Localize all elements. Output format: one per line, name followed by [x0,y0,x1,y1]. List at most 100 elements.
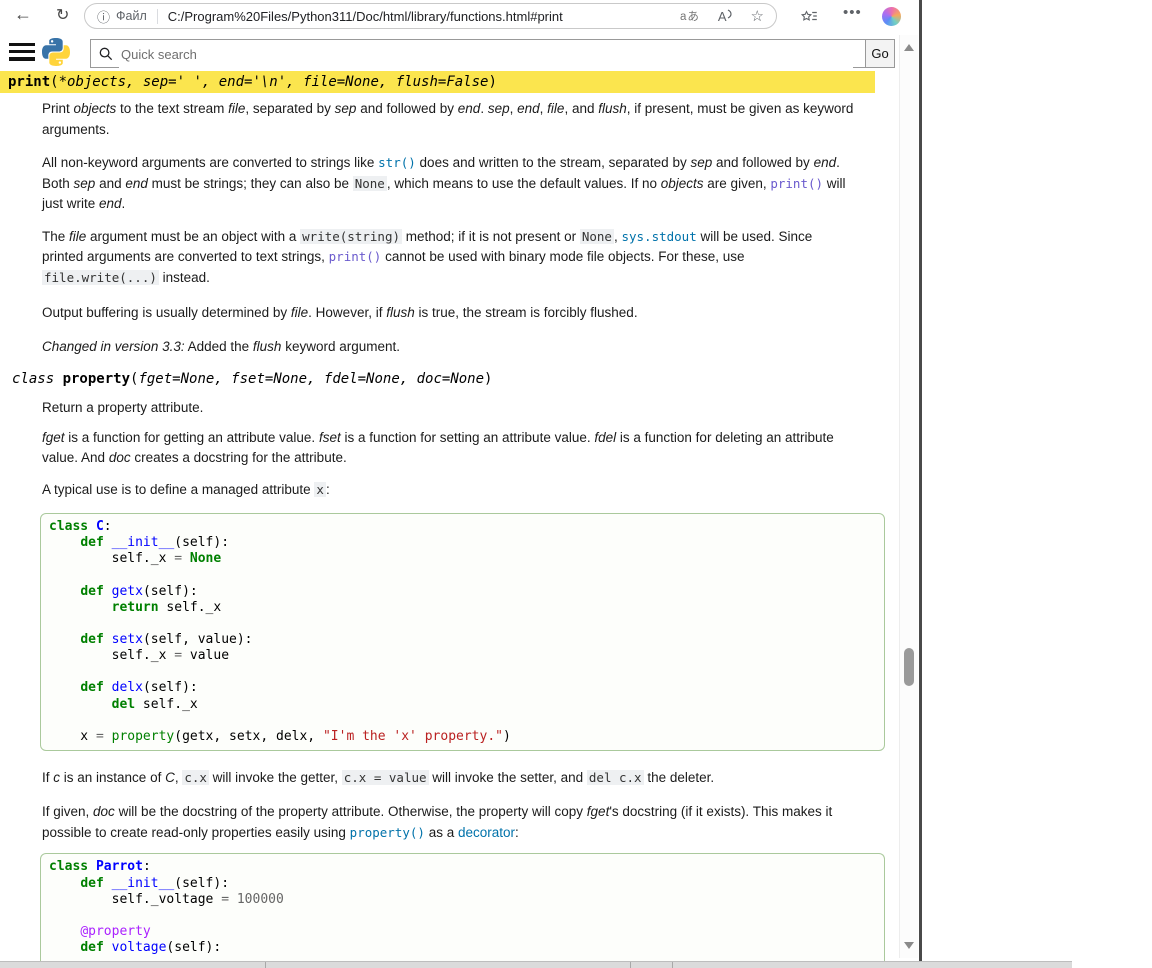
text-run: file [547,101,564,116]
screen: ← ↻ ⓘ Файл C:/Program%20Files/Python311/… [0,0,1152,968]
text-run: fset [319,430,341,445]
code-line [49,664,884,680]
code-line: self._x = None [49,551,884,567]
text-run: possible to create read-only properties … [42,825,350,840]
taskbar-edge [0,961,1072,968]
inline-code: c.x [182,770,209,785]
browser-window: ← ↻ ⓘ Файл C:/Program%20Files/Python311/… [0,0,921,961]
text-run: end [814,155,837,170]
info-icon[interactable]: ⓘ [97,7,110,26]
inline-link[interactable]: print() [329,249,382,264]
text-run: argument must be an object with a [86,229,300,244]
text-run: flush [598,101,627,116]
read-aloud-icon[interactable]: A [718,9,733,24]
text-run: method; if it is not present or [402,229,580,244]
code-line [49,567,884,583]
scroll-up-icon[interactable] [904,44,914,51]
code-line: x = property(getx, setx, delx, "I'm the … [49,729,884,745]
url-text: C:/Program%20Files/Python311/Doc/html/li… [168,9,670,24]
text-run: Print [42,101,74,116]
refresh-icon[interactable]: ↻ [56,7,69,24]
text-run: will invoke the setter, and [429,770,587,785]
text-run: property [63,371,130,387]
docs-page: Go print(*objects, sep=' ', end='\n', fi… [0,33,919,961]
text-run: and followed by [712,155,813,170]
text-run: Changed in version 3.3: [42,339,185,354]
paragraph: Return a property attribute. [42,398,898,419]
text-run: will invoke the getter, [209,770,342,785]
paragraph: Print objects to the text stream file, s… [42,99,898,140]
text-run: and [95,176,125,191]
favorite-star-icon[interactable]: ☆ [751,7,764,25]
back-icon[interactable]: ← [14,6,32,23]
text-run: class [12,371,63,387]
text-run: sep [690,155,712,170]
text-run: sep [74,176,96,191]
code-line: def __init__(self): [49,876,884,892]
text-run: value. And [42,450,109,465]
text-run: is true, the stream is forcibly flushed. [415,305,638,320]
more-options-icon[interactable]: ••• [843,4,862,21]
text-run: . [836,155,840,170]
text-run: Return a property attribute. [42,400,203,415]
text-run: arguments. [42,122,110,137]
text-run: must be strings; they can also be [148,176,353,191]
inline-link[interactable]: property() [350,825,425,840]
browser-toolbar: ← ↻ ⓘ Файл C:/Program%20Files/Python311/… [0,0,919,34]
text-run: is a function for setting an attribute v… [341,430,595,445]
taskbar-divider [630,962,631,968]
inline-link[interactable]: sys.stdout [621,229,696,244]
text-run: end [458,101,481,116]
text-run: fget [42,430,65,445]
paragraph: If given, doc will be the docstring of t… [42,802,898,843]
text-run: to the text stream [116,101,228,116]
code-line: def voltage(self): [49,940,884,956]
taskbar-divider [672,962,673,968]
text-run: flush [253,339,282,354]
text-run: as a [425,825,458,840]
text-run: fget [587,804,610,819]
code-line: def getx(self): [49,584,884,600]
vertical-scrollbar[interactable] [899,35,918,958]
code-line: self._x = value [49,648,884,664]
menu-icon[interactable] [9,43,35,61]
file-permission-button[interactable]: Файл [116,9,147,23]
inline-link[interactable]: decorator [458,825,515,840]
paragraph: A typical use is to define a managed att… [42,480,898,501]
text-run: A typical use is to define a managed att… [42,482,314,497]
text-run: creates a docstring for the attribute. [131,450,347,465]
inline-code: write(string) [300,229,402,244]
go-button[interactable]: Go [865,39,895,68]
search-input[interactable] [119,41,853,68]
text-run: are given, [704,176,771,191]
scroll-down-icon[interactable] [904,942,914,949]
paragraph: fget is a function for getting an attrib… [42,428,898,469]
text-run: does and written to the stream, separate… [416,155,691,170]
paragraph: All non-keyword arguments are converted … [42,153,898,215]
text-run: If given, [42,804,93,819]
copilot-icon[interactable] [882,7,901,26]
code-line [49,713,884,729]
text-run: objects [74,101,117,116]
text-run: print [8,74,50,90]
read-aloud-arc [727,9,733,19]
text-run: Added the [185,339,253,354]
text-run: is a function for deleting an attribute [616,430,834,445]
code-line: def delx(self): [49,680,884,696]
inline-link[interactable]: str() [378,155,416,170]
address-bar[interactable]: ⓘ Файл C:/Program%20Files/Python311/Doc/… [84,3,777,29]
translate-icon[interactable]: aあ [680,8,700,24]
scroll-thumb[interactable] [904,648,914,686]
inline-code: None [580,229,614,244]
text-run: will be the docstring of the property at… [115,804,587,819]
property-signature: class property(fget=None, fset=None, fde… [12,369,898,389]
text-run: file [291,305,308,320]
text-run: *objects, sep=' ', end='\n', file=None, … [59,74,489,90]
text-run: keyword argument. [281,339,400,354]
python-logo[interactable] [42,38,70,71]
text-run: , [510,101,518,116]
text-run: . [122,196,126,211]
inline-link[interactable]: print() [770,176,823,191]
collections-icon[interactable] [800,8,818,29]
address-separator [157,9,158,24]
